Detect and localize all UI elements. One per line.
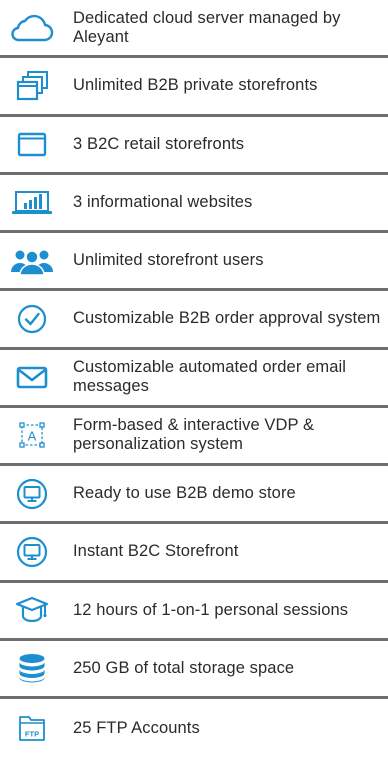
feature-row-b2b-storefronts: Unlimited B2B private storefronts: [0, 58, 388, 117]
feature-row-storefront-users: Unlimited storefront users: [0, 233, 388, 292]
envelope-icon: [10, 357, 54, 397]
feature-row-vdp-system: A Form-based & interactive VDP & persona…: [0, 408, 388, 466]
feature-label: Dedicated cloud server managed by Aleyan…: [73, 8, 341, 46]
browser-window-icon: [10, 124, 54, 164]
feature-row-informational-websites: 3 informational websites: [0, 175, 388, 233]
feature-label: Ready to use B2B demo store: [73, 484, 296, 503]
feature-row-b2b-demo-store: Ready to use B2B demo store: [0, 466, 388, 525]
feature-row-storage-space: 250 GB of total storage space: [0, 641, 388, 699]
database-icon: [10, 648, 54, 688]
users-group-icon: [10, 241, 54, 281]
feature-label: Unlimited storefront users: [73, 251, 264, 270]
monitor-circle-icon: [10, 474, 54, 514]
feature-label: 3 B2C retail storefronts: [73, 134, 245, 153]
stacked-windows-icon: [10, 66, 54, 106]
ftp-folder-icon: FTP: [10, 708, 54, 748]
feature-label: 12 hours of 1-on-1 personal sessions: [73, 600, 349, 619]
feature-row-cloud-server: Dedicated cloud server managed by Aleyan…: [0, 0, 388, 59]
graduation-cap-icon: [10, 590, 54, 630]
feature-label: Customizable B2B order approval system: [73, 309, 381, 328]
feature-label: 250 GB of total storage space: [73, 658, 295, 677]
feature-label: 3 informational websites: [73, 192, 253, 211]
feature-row-b2c-storefronts: 3 B2C retail storefronts: [0, 117, 388, 175]
feature-row-ftp-accounts: FTP 25 FTP Accounts: [0, 699, 388, 757]
monitor-chart-icon: [10, 182, 54, 222]
feature-label: Form-based & interactive VDP & personali…: [73, 416, 315, 454]
svg-text:A: A: [28, 429, 37, 444]
feature-row-order-approval: Customizable B2B order approval system: [0, 291, 388, 350]
monitor-circle-icon: [10, 532, 54, 572]
svg-text:FTP: FTP: [25, 730, 39, 739]
feature-label: Customizable automated order email messa…: [73, 358, 347, 396]
cloud-icon: [10, 8, 54, 48]
feature-list: Dedicated cloud server managed by Aleyan…: [0, 0, 388, 757]
feature-label: 25 FTP Accounts: [73, 718, 200, 737]
feature-label: Instant B2C Storefront: [73, 542, 239, 561]
check-circle-icon: [10, 299, 54, 339]
feature-row-email-messages: Customizable automated order email messa…: [0, 350, 388, 408]
text-frame-icon: A: [10, 415, 54, 455]
feature-row-personal-sessions: 12 hours of 1-on-1 personal sessions: [0, 583, 388, 641]
feature-row-b2c-storefront: Instant B2C Storefront: [0, 524, 388, 583]
feature-label: Unlimited B2B private storefronts: [73, 76, 318, 95]
